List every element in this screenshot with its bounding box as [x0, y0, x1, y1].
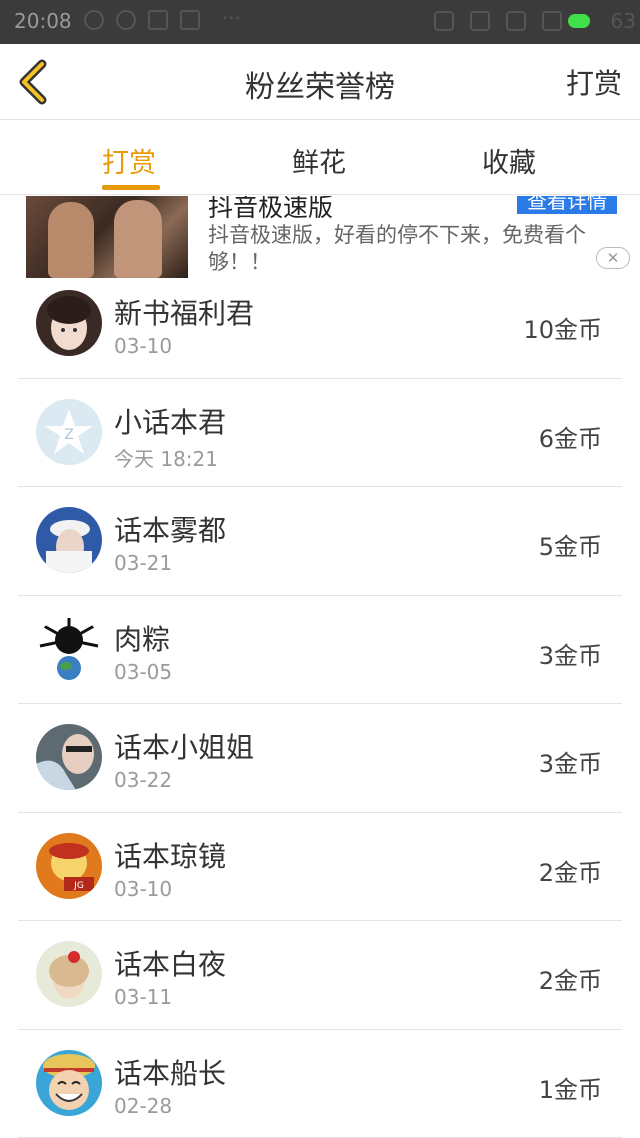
list-item[interactable]: 新书福利君 03-10 10金币 [18, 270, 622, 379]
avatar[interactable] [36, 507, 102, 573]
reward-amount: 2金币 [538, 858, 602, 887]
reward-amount: 3金币 [538, 750, 602, 778]
user-name: 话本小姐姐 [114, 731, 255, 764]
avatar[interactable] [36, 941, 102, 1007]
tab-bar: 打赏 鲜花 收藏 [0, 121, 640, 195]
avatar[interactable] [36, 615, 102, 682]
reward-amount: 6金币 [538, 424, 602, 453]
tab-flowers[interactable]: 鲜花 [292, 141, 346, 180]
reward-date: 03-10 [114, 876, 173, 901]
battery-level: 63 [610, 9, 636, 33]
shield-icon [116, 10, 136, 30]
ad-title[interactable]: 抖音极速版 [208, 196, 333, 224]
user-name: 话本船长 [114, 1056, 227, 1090]
page-title: 粉丝荣誉榜 [245, 70, 395, 105]
reward-amount: 5金币 [538, 533, 602, 561]
close-icon[interactable]: ✕ [596, 247, 630, 269]
reward-amount: 3金币 [538, 641, 602, 670]
user-name: 新书福利君 [114, 297, 255, 330]
alarm-icon [84, 10, 104, 30]
reward-date: 03-11 [114, 985, 173, 1009]
user-name: 话本白夜 [114, 948, 227, 981]
notification-icons [84, 10, 200, 30]
list-item[interactable]: Z 小话本君 今天 18:21 6金币 [18, 379, 622, 487]
clock-icon [470, 11, 490, 31]
list-item[interactable]: JG 话本琼镜 03-10 2金币 [18, 813, 622, 921]
tab-favorites[interactable]: 收藏 [482, 141, 536, 180]
mute-icon [434, 11, 454, 31]
more-notifications-icon: ··· [222, 6, 242, 30]
svg-text:Z: Z [64, 427, 74, 443]
list-item[interactable]: 话本小姐姐 03-22 3金币 [18, 704, 622, 813]
list-item[interactable]: 话本雾都 03-21 5金币 [18, 487, 622, 596]
battery-icon [568, 14, 590, 28]
reward-amount: 1金币 [538, 1075, 602, 1104]
user-name: 肉粽 [114, 622, 171, 656]
reward-date: 今天 18:21 [114, 446, 218, 471]
signal-icon [542, 11, 562, 31]
avatar[interactable] [36, 1049, 102, 1116]
status-time: 20:08 [14, 9, 72, 33]
user-name: 话本雾都 [114, 514, 227, 547]
reward-amount: 10金币 [523, 316, 602, 344]
nav-bar: 粉丝荣誉榜 打赏 [0, 44, 640, 120]
list-item[interactable]: 话本船长 02-28 1金币 [18, 1030, 622, 1138]
reward-amount: 2金币 [538, 967, 602, 995]
reward-date: 02-28 [114, 1093, 173, 1118]
ad-description: 抖音极速版，好看的停不下来，免费看个够！！ [208, 223, 586, 274]
list-item[interactable]: 话本白夜 03-11 2金币 [18, 921, 622, 1030]
active-tab-indicator [102, 185, 160, 190]
reward-date: 03-21 [114, 551, 173, 575]
status-bar: 20:08 ··· 63 [0, 0, 640, 44]
fan-list: 新书福利君 03-10 10金币 Z 小话本君 今天 18:21 6金币 话本雾… [0, 270, 640, 1138]
user-name: 话本琼镜 [114, 839, 227, 873]
wifi-icon [506, 11, 526, 31]
app-icon [180, 10, 200, 30]
tab-reward[interactable]: 打赏 [102, 141, 156, 180]
app-icon [148, 10, 168, 30]
system-icons [434, 11, 562, 31]
svg-text:JG: JG [73, 881, 84, 891]
reward-button[interactable]: 打赏 [566, 62, 622, 102]
avatar[interactable]: JG [36, 832, 102, 899]
avatar[interactable] [36, 290, 102, 356]
reward-date: 03-05 [114, 659, 173, 684]
avatar[interactable]: Z [36, 398, 102, 465]
reward-date: 03-22 [114, 768, 173, 792]
ad-image[interactable] [26, 196, 188, 278]
ad-details-button[interactable]: 查看详情 [517, 196, 617, 214]
avatar[interactable] [36, 724, 102, 790]
user-name: 小话本君 [114, 405, 227, 439]
reward-date: 03-10 [114, 334, 173, 358]
list-item[interactable]: 肉粽 03-05 3金币 [18, 596, 622, 704]
